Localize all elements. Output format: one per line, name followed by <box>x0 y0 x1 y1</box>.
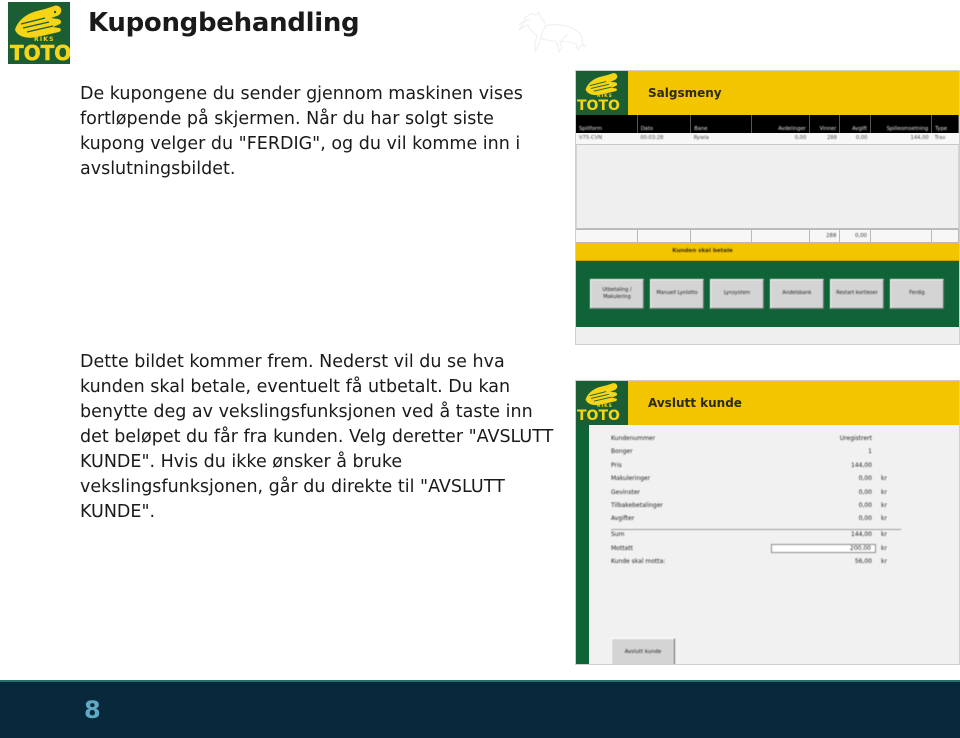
label-makuleringer: Makuleringer <box>611 475 651 483</box>
button-ferdig[interactable]: Ferdig <box>890 278 944 309</box>
button-andelsbank[interactable]: Andelsbank <box>770 278 824 309</box>
salgsmeny-totals-table: 288 0,00 <box>576 228 959 243</box>
row-avgifter: Avgifter 0,00 kr <box>611 515 901 528</box>
col-type: Type <box>931 115 959 133</box>
label-gevinster: Gevinster <box>611 488 640 496</box>
avslutt-logo: RIKS TOTO <box>576 381 628 425</box>
label-avgifter: Avgifter <box>611 515 635 523</box>
unit-gevinster: kr <box>881 488 887 496</box>
row-makuleringer: Makuleringer 0,00 kr <box>611 475 901 488</box>
unit-avgifter: kr <box>881 515 887 523</box>
unit-kunde-skal-motta: kr <box>881 557 887 565</box>
value-gevinster: 0,00 <box>858 488 872 496</box>
value-kundenummer: Uregistrert <box>839 435 872 442</box>
unit-tilbakebetalinger: kr <box>881 501 887 509</box>
button-avslutt-kunde[interactable]: Avslutt kunde <box>611 638 675 664</box>
label-kundenummer: Kundenummer <box>611 435 656 442</box>
total-avdelinger <box>751 228 810 243</box>
value-sum: 144,00 <box>851 530 872 538</box>
salgsmeny-table: Spillform Dato Bane Avdelinger Vinner Av… <box>576 115 959 145</box>
unit-sum: kr <box>881 530 887 538</box>
label-mottatt: Mottatt <box>611 545 633 553</box>
table-totals-row: 288 0,00 <box>576 228 959 243</box>
button-restart-kortleser[interactable]: Restart kortleser <box>830 278 884 309</box>
total-bane <box>690 228 753 243</box>
kunden-skal-betale-bar: Kunden skal betale <box>576 242 959 261</box>
total-spillform <box>576 228 638 243</box>
total-vinner: 288 <box>809 228 841 243</box>
salgsmeny-header-bar: RIKS TOTO Salgsmeny <box>576 71 959 115</box>
value-tilbakebetalinger: 0,00 <box>858 501 872 509</box>
logo-toto-text: TOTO <box>577 408 620 424</box>
table-header-row: Spillform Dato Bane Avdelinger Vinner Av… <box>576 115 959 133</box>
avslutt-header-bar: RIKS TOTO Avslutt kunde <box>576 381 959 425</box>
label-tilbakebetalinger: Tilbakebetalinger <box>611 501 663 509</box>
col-dato: Dato <box>637 115 692 133</box>
paragraph-1: De kupongene du sender gjennom maskinen … <box>80 84 523 179</box>
cell-spillform: V75-CVN <box>576 133 638 145</box>
paragraph-2: Dette bildet kommer frem. Nederst vil du… <box>80 352 554 522</box>
mottatt-input[interactable]: 200,00 <box>771 544 876 554</box>
total-avgift: 0,00 <box>839 228 871 243</box>
unit-mottatt: kr <box>881 545 887 553</box>
label-kunde-skal-motta: Kunde skal motta: <box>611 557 666 565</box>
cell-avdelinger: 0,00 <box>751 133 810 145</box>
salgsmeny-button-bar: Utbetaling / Makulering Manuell Lynlotto… <box>576 260 959 327</box>
cell-bane: Rywla <box>690 133 752 145</box>
cell-spilleomsetning: 144,00 <box>870 133 932 145</box>
label-sum: Sum <box>611 530 625 538</box>
avslutt-body: Kundenummer Uregistrert Bonger 1 Pris 14… <box>576 425 959 664</box>
row-sum: Sum 144,00 kr <box>611 528 901 544</box>
row-pris: Pris 144,00 <box>611 462 901 475</box>
row-tilbakebetalinger: Tilbakebetalinger 0,00 kr <box>611 502 901 515</box>
cell-dato: 00:03:28 <box>637 133 691 145</box>
col-vinner: Vinner <box>809 115 841 133</box>
value-pris: 144,00 <box>851 461 872 469</box>
row-gevinster: Gevinster 0,00 kr <box>611 489 901 502</box>
col-avgift: Avgift <box>839 115 871 133</box>
screenshot-avslutt-kunde: RIKS TOTO Avslutt kunde Kundenummer Ureg… <box>575 380 960 665</box>
value-kunde-skal-motta: 56,00 <box>854 557 872 565</box>
riks-toto-logo: RIKS TOTO <box>8 2 70 64</box>
col-avdelinger: Avdelinger <box>751 115 810 133</box>
page-title: Kupongbehandling <box>88 8 360 38</box>
running-horse-watermark-icon <box>518 10 587 54</box>
salgsmeny-title: Salgsmeny <box>648 86 722 100</box>
button-lynsystem[interactable]: Lynsystem <box>710 278 764 309</box>
logo-toto-text: TOTO <box>577 98 620 114</box>
page-number: 8 <box>84 696 101 724</box>
row-bonger: Bonger 1 <box>611 448 901 461</box>
label-bonger: Bonger <box>611 448 633 456</box>
total-dato <box>637 228 692 243</box>
cell-type: Trav <box>931 133 959 145</box>
logo-toto-text: TOTO <box>10 41 70 64</box>
label-pris: Pris <box>611 461 622 469</box>
kunden-skal-betale-label: Kunden skal betale <box>672 248 733 254</box>
value-avgifter: 0,00 <box>858 515 872 523</box>
page-footer: 8 <box>0 680 960 738</box>
col-spillform: Spillform <box>576 115 638 133</box>
salgsmeny-logo: RIKS TOTO <box>576 71 628 115</box>
salgsmeny-table-empty-area[interactable] <box>576 144 959 229</box>
value-bonger: 1 <box>868 448 872 456</box>
col-spilleomsetning: Spilleomsetning <box>870 115 933 133</box>
unit-makuleringer: kr <box>881 475 887 483</box>
avslutt-title: Avslutt kunde <box>648 396 742 410</box>
table-row[interactable]: V75-CVN 00:03:28 Rywla 0,00 288 0,00 144… <box>576 133 959 145</box>
row-kundenummer: Kundenummer Uregistrert <box>611 435 901 448</box>
row-kunde-skal-motta: Kunde skal motta: 56,00 kr <box>611 558 901 571</box>
button-manuell-lynlotto[interactable]: Manuell Lynlotto <box>650 278 704 309</box>
cell-avgift: 0,00 <box>839 133 871 145</box>
button-utbetaling-makulering[interactable]: Utbetaling / Makulering <box>590 278 644 309</box>
total-spilleomsetning <box>870 228 933 243</box>
row-mottatt[interactable]: Mottatt 200,00 kr <box>611 544 901 557</box>
cell-vinner: 288 <box>809 133 840 145</box>
page-header: RIKS TOTO Kupongbehandling <box>0 0 960 66</box>
col-bane: Bane <box>690 115 753 133</box>
avslutt-detail-list: Kundenummer Uregistrert Bonger 1 Pris 14… <box>611 435 901 571</box>
value-makuleringer: 0,00 <box>858 475 872 483</box>
screenshot-salgsmeny: RIKS TOTO Salgsmeny Spillform Dato Bane … <box>575 70 960 345</box>
total-type <box>931 228 959 243</box>
